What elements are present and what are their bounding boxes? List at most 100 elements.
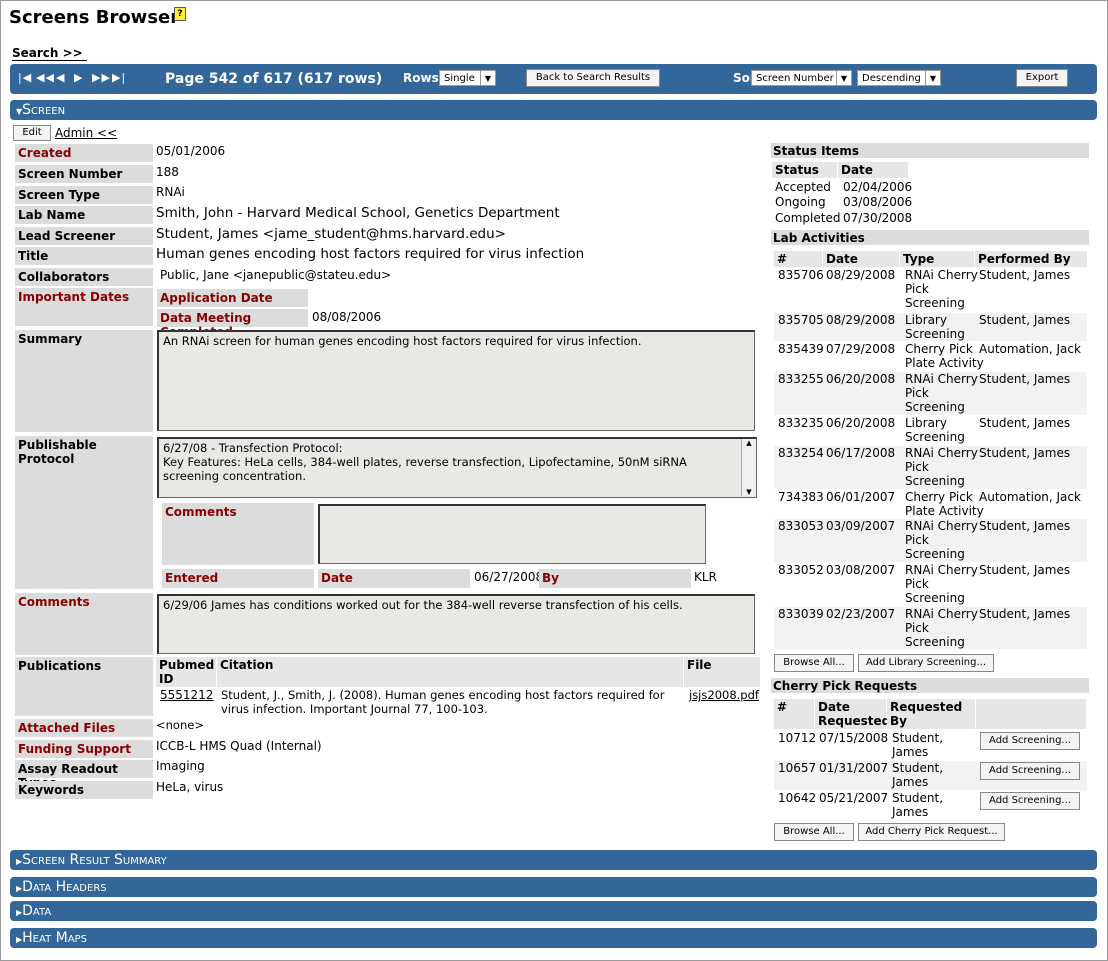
section-screen-result-summary[interactable]: ▶Screen Result Summary xyxy=(10,850,1097,870)
add-screening-button[interactable]: Add Screening... xyxy=(980,732,1080,750)
scroll-down-icon[interactable]: ▼ xyxy=(742,488,756,496)
add-screening-button[interactable]: Add Screening... xyxy=(980,762,1080,780)
data-meeting-label: Data Meeting Completed xyxy=(157,309,308,339)
attached-files-value: <none> xyxy=(156,718,204,732)
prev-block-icon[interactable]: ◀◀ xyxy=(36,71,56,84)
page-title: Screens Browser xyxy=(9,7,180,28)
lab-activities-heading: Lab Activities xyxy=(771,230,1089,245)
section-data-headers[interactable]: ▶Data Headers xyxy=(10,877,1097,897)
add-cherry-pick-request-button[interactable]: Add Cherry Pick Request... xyxy=(858,823,1005,841)
status-items-heading: Status Items xyxy=(771,143,1089,158)
screen-type-label: Screen Type xyxy=(15,186,153,204)
lab-activity-performer: Automation, Jack xyxy=(979,490,1081,504)
section-data-label: Data xyxy=(22,903,52,919)
protocol-comments-textarea[interactable] xyxy=(318,504,706,564)
lab-activity-performer: Student, James xyxy=(979,268,1071,282)
lab-activity-date: 06/20/2008 xyxy=(826,416,896,430)
summary-textarea[interactable]: An RNAi screen for human genes encoding … xyxy=(157,330,755,431)
first-page-icon[interactable]: |◀ xyxy=(18,71,36,84)
cpr-by-col-header: Requested By xyxy=(887,699,975,729)
entered-date-value: 06/27/2008 xyxy=(474,570,544,584)
protocol-textarea[interactable]: 6/27/08 - Transfection Protocol: Key Fea… xyxy=(157,437,757,498)
search-link[interactable]: Search >> xyxy=(12,46,87,61)
scroll-up-icon[interactable]: ▲ xyxy=(742,439,756,447)
lab-performer-col-header: Performed By xyxy=(975,251,1087,267)
lab-activity-performer: Automation, Jack xyxy=(979,342,1081,356)
lab-activity-performer: Student, James xyxy=(979,563,1071,577)
attached-files-label: Attached Files xyxy=(15,719,153,737)
rows-select[interactable]: Single ▼ xyxy=(439,70,496,86)
add-library-screening-button[interactable]: Add Library Screening... xyxy=(858,654,994,672)
lab-activity-id: 833254 xyxy=(778,446,824,460)
title-value: Human genes encoding host factors requir… xyxy=(156,246,585,262)
lab-activity-type: Plate Activity xyxy=(905,356,984,370)
status-value: Accepted xyxy=(775,180,831,194)
assay-value: Imaging xyxy=(156,759,205,773)
lab-activity-type: RNAi Cherry xyxy=(905,372,978,386)
entered-label: Entered xyxy=(162,569,314,588)
section-screen[interactable]: ▼Screen xyxy=(10,100,1097,120)
lab-activity-id: 835439 xyxy=(778,342,824,356)
section-data[interactable]: ▶Data xyxy=(10,901,1097,921)
lab-browse-all-button[interactable]: Browse All... xyxy=(774,654,854,672)
lab-activity-performer: Student, James xyxy=(979,446,1071,460)
screen-number-label: Screen Number xyxy=(15,165,153,183)
help-icon[interactable]: ? xyxy=(174,7,186,21)
lab-activity-type: Cherry Pick xyxy=(905,342,973,356)
admin-link[interactable]: Admin << xyxy=(55,126,117,140)
sort-field-select[interactable]: Screen Number ▼ xyxy=(751,70,852,86)
lab-activity-type: Pick xyxy=(905,386,929,400)
lab-activity-date: 08/29/2008 xyxy=(826,313,896,327)
publications-label: Publications xyxy=(15,657,153,716)
prev-page-icon[interactable]: ◀ xyxy=(56,71,74,84)
lab-activity-id: 833053 xyxy=(778,519,824,533)
cpr-browse-all-button[interactable]: Browse All... xyxy=(774,823,854,841)
sort-order-select[interactable]: Descending ▼ xyxy=(857,70,941,86)
date-label: Date xyxy=(318,569,470,588)
next-page-icon[interactable]: ▶ xyxy=(74,71,92,84)
lab-activity-type: RNAi Cherry xyxy=(905,607,978,621)
lab-activity-id: 835705 xyxy=(778,313,824,327)
lab-activity-date: 02/23/2007 xyxy=(826,607,896,621)
lab-activity-type: Pick xyxy=(905,577,929,591)
sort-order-value: Descending xyxy=(862,73,921,84)
protocol-label: Publishable Protocol xyxy=(15,436,153,589)
lab-activity-date: 06/20/2008 xyxy=(826,372,896,386)
lab-activity-type: Screening xyxy=(905,547,965,561)
back-to-search-button[interactable]: Back to Search Results xyxy=(526,69,660,87)
file-header: File xyxy=(684,657,760,687)
lab-activity-date: 03/08/2007 xyxy=(826,563,896,577)
keywords-value: HeLa, virus xyxy=(156,780,224,794)
next-block-icon[interactable]: ▶▶ xyxy=(92,71,112,84)
by-value: KLR xyxy=(694,570,717,584)
comments-textarea[interactable]: 6/29/06 James has conditions worked out … xyxy=(157,594,755,654)
chevron-down-icon: ▼ xyxy=(925,71,940,85)
by-label: By xyxy=(539,569,691,588)
lab-activity-type: Screening xyxy=(905,430,965,444)
cherry-pick-id: 10712 xyxy=(778,731,817,745)
publication-file-link[interactable]: jsjs2008.pdf xyxy=(689,688,759,702)
lab-activity-type: Pick xyxy=(905,460,929,474)
cherry-pick-id: 10642 xyxy=(778,791,817,805)
last-page-icon[interactable]: ▶| xyxy=(112,71,130,84)
status-value: Ongoing xyxy=(775,195,826,209)
lab-activity-type: Pick xyxy=(905,621,929,635)
add-screening-button[interactable]: Add Screening... xyxy=(980,792,1080,810)
export-button[interactable]: Export xyxy=(1016,69,1068,87)
pubmed-link[interactable]: 5551212 xyxy=(160,688,213,702)
cherry-pick-requester-first: James xyxy=(892,805,929,819)
protocol-scrollbar[interactable]: ▲ ▼ xyxy=(741,439,756,496)
status-date-col-header: Date xyxy=(838,162,908,178)
important-dates-label: Important Dates xyxy=(15,288,153,326)
section-result-summary-label: Screen Result Summary xyxy=(22,852,167,868)
chevron-down-icon: ▼ xyxy=(480,71,495,85)
lab-activity-date: 03/09/2007 xyxy=(826,519,896,533)
section-heat-maps[interactable]: ▶Heat Maps xyxy=(10,928,1097,948)
status-date: 03/08/2006 xyxy=(843,195,913,209)
rows-select-value: Single xyxy=(444,73,475,84)
lab-activity-performer: Student, James xyxy=(979,519,1071,533)
lab-activity-type: Screening xyxy=(905,474,965,488)
cherry-pick-requester-last: Student, xyxy=(892,791,944,805)
lab-activity-type: Plate Activity xyxy=(905,504,984,518)
edit-button[interactable]: Edit xyxy=(13,125,51,141)
